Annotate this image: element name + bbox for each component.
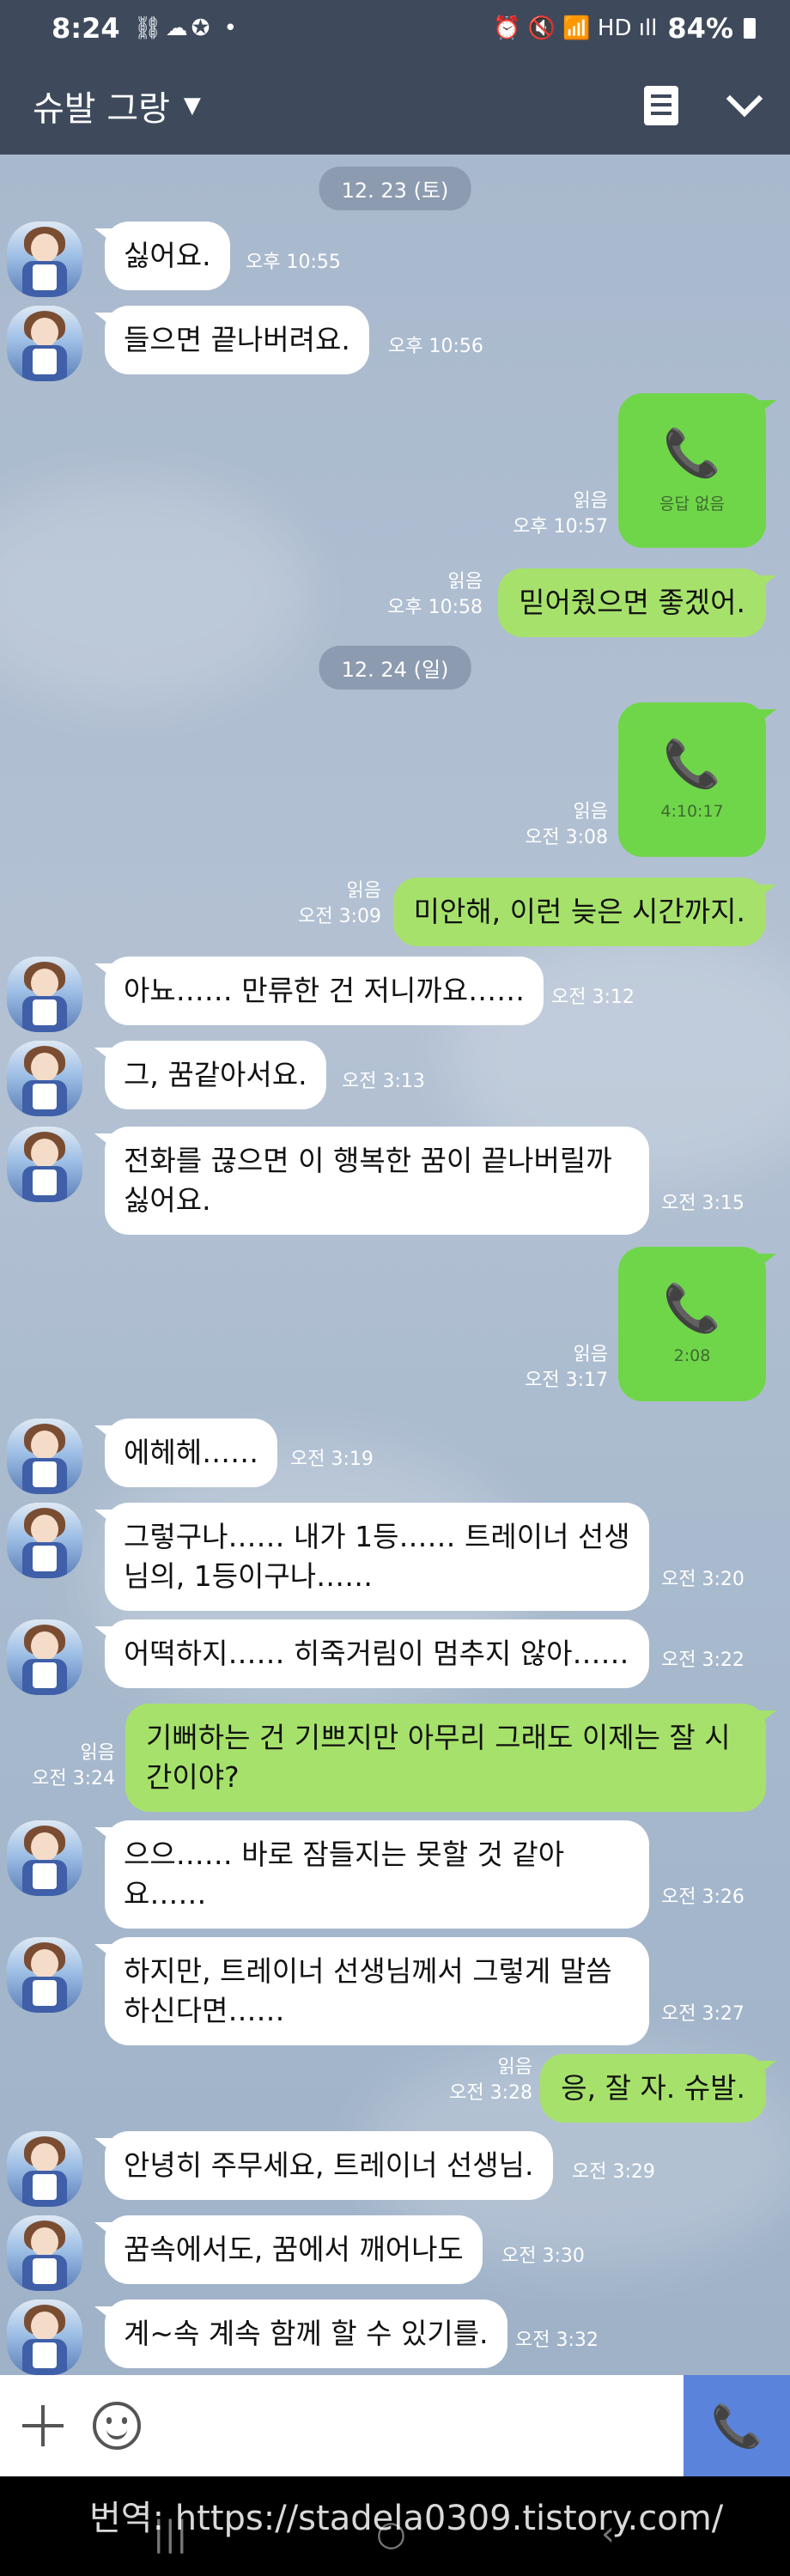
call-bubble[interactable]: 📞 응답 없음 [618, 393, 776, 548]
message-time: 오전 3:27 [661, 2003, 744, 2025]
message-time: 오후 10:57 [513, 516, 608, 538]
avatar[interactable] [7, 1127, 82, 1202]
incoming-message[interactable]: 으으…… 바로 잠들지는 못할 것 같아 요…… [94, 1820, 649, 1929]
outgoing-message[interactable]: 기뻐하는 건 기쁘지만 아무리 그래도 이제는 잘 시 간이야? [125, 1704, 776, 1812]
call-button[interactable]: 📞 [684, 2375, 790, 2476]
incoming-message[interactable]: 싫어요. [94, 222, 230, 290]
incoming-message[interactable]: 들으면 끝나버려요. [94, 306, 369, 374]
incoming-message[interactable]: 그, 꿈같아서요. [94, 1041, 326, 1109]
battery-icon [744, 18, 756, 39]
message-time: 오전 3:26 [661, 1886, 744, 1908]
avatar[interactable] [7, 2300, 82, 2375]
avatar[interactable] [7, 222, 82, 297]
chat-header: 슈발 그랑 ▼ [0, 57, 790, 155]
call-bubble[interactable]: 📞 2:08 [618, 1247, 776, 1401]
message-time: 오후 10:56 [388, 336, 483, 357]
status-time: 8:24 [52, 12, 120, 45]
message-time: 오전 3:32 [515, 2330, 599, 2351]
plus-icon[interactable] [22, 2405, 64, 2446]
incoming-message[interactable]: 그렇구나…… 내가 1등…… 트레이너 선생 님의, 1등이구나…… [94, 1503, 649, 1611]
message-time: 오전 3:30 [501, 2245, 585, 2267]
battery-percent: 84% [667, 12, 733, 45]
incoming-message[interactable]: 안녕히 주무세요, 트레이너 선생님. [94, 2131, 553, 2200]
read-receipt: 읽음 [497, 2057, 532, 2078]
message-time: 오전 3:22 [661, 1649, 744, 1671]
incoming-message[interactable]: 아뇨…… 만류한 건 저니까요…… [94, 957, 544, 1025]
message-time: 오전 3:13 [342, 1071, 425, 1092]
caret-down-icon[interactable]: ▼ [184, 93, 201, 118]
message-time: 오전 3:28 [449, 2082, 532, 2104]
message-time: 오전 3:08 [525, 827, 608, 848]
notification-icons: ⛓☁✪ • [133, 15, 240, 41]
read-receipt: 읽음 [447, 571, 483, 592]
status-right: ⏰ 🔇 📶 HD ıll 84% [493, 12, 756, 45]
message-time: 오전 3:17 [525, 1370, 608, 1391]
avatar[interactable] [7, 1619, 82, 1695]
chat-area[interactable]: 12. 23 (토) 싫어요. 오후 10:55 들으면 끝나버려요. 오후 1… [0, 155, 790, 2375]
incoming-message[interactable]: 어떡하지…… 히죽거림이 멈추지 않아…… [94, 1619, 649, 1688]
message-time: 오전 3:12 [551, 987, 635, 1008]
emoji-icon[interactable] [93, 2402, 141, 2450]
message-time: 오후 10:58 [387, 597, 483, 618]
message-time: 오후 10:55 [246, 252, 341, 273]
avatar[interactable] [7, 957, 82, 1032]
avatar[interactable] [7, 1937, 82, 2013]
message-time: 오전 3:19 [290, 1449, 374, 1470]
message-time: 오전 3:15 [661, 1193, 744, 1214]
avatar[interactable] [7, 1503, 82, 1578]
avatar[interactable] [7, 1419, 82, 1494]
notice-icon[interactable] [644, 86, 678, 125]
date-divider: 12. 24 (일) [319, 646, 471, 690]
input-bar: 📞 [0, 2375, 790, 2476]
phone-icon: 📞 [711, 2402, 763, 2451]
read-receipt: 읽음 [346, 880, 381, 902]
avatar[interactable] [7, 2131, 82, 2207]
avatar[interactable] [7, 2215, 82, 2291]
call-status: 응답 없음 [659, 494, 725, 513]
date-divider: 12. 23 (토) [319, 167, 471, 210]
read-receipt: 읽음 [573, 490, 608, 512]
incoming-message[interactable]: 계~속 계속 함께 할 수 있기를. [94, 2300, 507, 2368]
status-bar: 8:24 ⛓☁✪ • ⏰ 🔇 📶 HD ıll 84% [0, 0, 790, 57]
avatar[interactable] [7, 1820, 82, 1896]
header-actions [644, 80, 763, 125]
avatar[interactable] [7, 306, 82, 381]
read-receipt: 읽음 [573, 1344, 608, 1365]
message-time: 오전 3:20 [661, 1569, 744, 1590]
read-receipt: 읽음 [80, 1742, 115, 1764]
message-input[interactable] [141, 2375, 684, 2476]
watermark: 번역: https://stadela0309.tistory.com/ [89, 2499, 724, 2538]
read-receipt: 읽음 [573, 801, 608, 823]
message-time: 오전 3:29 [572, 2161, 655, 2183]
call-bubble[interactable]: 📞 4:10:17 [618, 702, 776, 857]
outgoing-message[interactable]: 미안해, 이런 늦은 시간까지. [392, 878, 777, 946]
chat-title[interactable]: 슈발 그랑 [33, 81, 170, 131]
call-duration: 4:10:17 [660, 802, 724, 821]
phone-icon: 📞 [663, 425, 721, 480]
system-status-icons: ⏰ 🔇 📶 HD ıll [492, 15, 658, 41]
incoming-message[interactable]: 전화를 끊으면 이 행복한 꿈이 끝나버릴까 싫어요. [94, 1127, 649, 1235]
message-time: 오전 3:09 [298, 906, 381, 927]
incoming-message[interactable]: 에헤헤…… [94, 1419, 278, 1487]
avatar[interactable] [7, 1041, 82, 1116]
incoming-message[interactable]: 하지만, 트레이너 선생님께서 그렇게 말씀 하신다면…… [94, 1937, 649, 2045]
outgoing-message[interactable]: 응, 잘 자. 슈발. [540, 2054, 776, 2123]
chevron-down-icon[interactable] [726, 80, 763, 118]
incoming-message[interactable]: 꿈속에서도, 꿈에서 깨어나도 [94, 2215, 483, 2284]
message-time: 오전 3:24 [32, 1768, 115, 1789]
navigation-bar: ||| ○ ‹ 번역: https://stadela0309.tistory.… [0, 2476, 790, 2576]
call-duration: 2:08 [673, 1346, 711, 1365]
outgoing-message[interactable]: 믿어줬으면 좋겠어. [498, 568, 776, 637]
phone-icon: 📞 [663, 1281, 721, 1335]
phone-icon: 📞 [663, 737, 721, 791]
